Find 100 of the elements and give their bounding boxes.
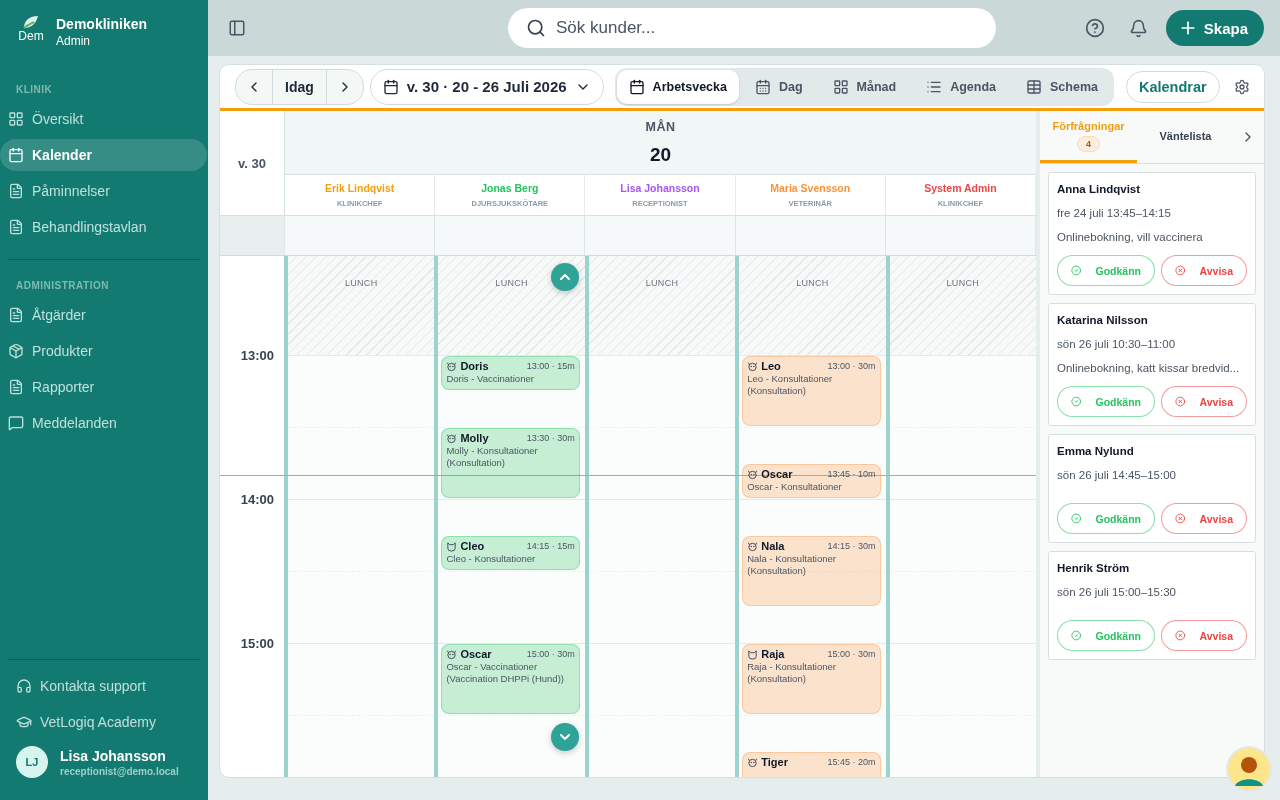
dog-face-icon [747,468,759,480]
patient-name: Oscar [761,468,794,480]
bell-icon[interactable] [1128,18,1148,38]
document-icon [8,183,24,199]
grid-icon [832,78,849,95]
appointment-description: Doris - Vaccinationer [446,373,535,385]
patient-name: Leo [761,360,782,372]
calendar-icon [8,147,24,163]
appointment-description: Cleo - Konsultationer [446,553,537,565]
dog-face-icon [747,360,759,372]
sidebar-toggle-icon[interactable] [228,19,246,37]
count-badge: 4 [1077,135,1100,152]
date-range-picker[interactable]: v. 30 · 20 - 26 Juli 2026 [369,68,604,105]
appointment-description: Nala - Konsultationer (Konsultation) [747,553,837,577]
appointment-description: Leo - Konsultationer (Konsultation) [747,373,834,397]
sidebar-item[interactable]: Översikt [0,103,207,135]
reject-button[interactable]: Avvisa [1161,255,1247,286]
request-time: fre 24 juli 13:45–14:15 [1057,207,1172,219]
dog-face-icon [747,756,759,768]
appointment-card[interactable]: Molly 13:30 · 30m Molly - Konsultationer (Konsultation) [441,428,580,498]
appointment-time: 13:30 · 30m [526,433,575,443]
user-name: Lisa Johansson [60,747,167,764]
leaf-logo-icon [22,14,40,30]
sidebar-link[interactable]: Kontakta support [0,670,208,702]
logo-alt-text: Dem [18,30,44,42]
assistant-avatar[interactable] [1226,746,1272,792]
appointment-time: 15:45 · 20m [827,757,876,767]
dog-face-icon [446,360,458,372]
request-time: sön 26 juli 14:45–15:00 [1057,469,1177,481]
requester-name: Emma Nylund [1057,445,1135,457]
appointment-time: 15:00 · 30m [827,649,876,659]
appointment-card[interactable]: Leo 13:00 · 30m Leo - Konsultationer (Konsultation) [742,356,881,426]
calendar-icon [628,78,645,95]
sidebar-item[interactable]: Åtgärder [0,299,207,331]
view-tab[interactable]: Arbetsvecka [616,69,739,104]
request-note: Onlinebokning, katt kissar bredvid... [1057,362,1241,374]
patient-name: Doris [460,360,490,372]
view-tab[interactable]: Dag [740,69,817,104]
calendar-icon [382,78,399,95]
appointment-time: 14:15 · 30m [827,541,876,551]
appointment-card[interactable]: Oscar 13:45 · 10m Oscar - Konsultationer [742,464,881,498]
sidebar-item[interactable]: Produkter [0,335,207,367]
search-icon [526,18,546,38]
appointment-time: 13:00 · 30m [827,361,876,371]
panel-tab[interactable]: Förfrågningar 4 [1040,111,1137,163]
grid-icon [8,111,24,127]
view-tab[interactable]: Schema [1012,69,1112,104]
clinic-name: Demokliniken [56,16,148,32]
view-tab[interactable]: Agenda [912,69,1011,104]
appointment-description: Raja - Konsultationer (Konsultation) [747,661,837,685]
appointment-card[interactable]: Tiger 15:45 · 20m [742,752,881,777]
help-icon[interactable] [1084,18,1105,38]
reject-button[interactable]: Avvisa [1161,386,1247,417]
appointment-card[interactable]: Cleo 14:15 · 15m Cleo - Konsultationer [441,536,580,570]
calendar-icon [754,78,771,95]
requester-name: Anna Lindqvist [1057,183,1142,195]
appointment-time: 15:00 · 30m [526,649,575,659]
appointment-time: 13:45 · 10m [827,469,876,479]
sidebar-item[interactable]: Rapporter [0,371,207,403]
sidebar-item[interactable]: Kalender [0,139,207,171]
patient-name: Raja [761,648,786,660]
lunch-label: LUNCH [495,278,528,290]
reject-button[interactable]: Avvisa [1161,503,1247,534]
sidebar-item[interactable]: Meddelanden [0,407,207,439]
sidebar-item[interactable]: Påminnelser [0,175,207,207]
appointment-card[interactable]: Nala 14:15 · 30m Nala - Konsultationer (Konsultation) [742,536,881,606]
patient-name: Nala [761,540,786,552]
settings-icon[interactable] [1234,78,1250,95]
dog-face-icon [446,432,458,444]
appointment-card[interactable]: Doris 13:00 · 15m Doris - Vaccinationer [441,356,580,390]
patient-name: Cleo [460,540,486,552]
lunch-label: LUNCH [796,278,829,290]
user-email: receptionist@demo.local [60,765,179,777]
search-bar[interactable]: Sök kunder... [508,8,996,48]
clinic-role: Admin [56,34,91,48]
appointment-description: Oscar - Konsultationer [747,481,843,493]
create-button[interactable]: Skapa [1165,10,1264,46]
reject-button[interactable]: Avvisa [1161,620,1247,651]
staff-name: Lisa Johansson [620,182,700,194]
view-tab[interactable]: Månad [818,69,911,104]
document-icon [8,219,24,235]
appointment-description: Molly - Konsultationer (Konsultation) [446,445,539,469]
cat-face-icon [747,648,759,660]
appointment-card[interactable]: Oscar 15:00 · 30m Oscar - Vaccinationer (Vaccination DHPPi (Hund)) [441,644,580,714]
lunch-label: LUNCH [946,278,980,290]
patient-name: Oscar [460,648,493,660]
hour-label: 14:00 [240,491,274,507]
appointment-card[interactable]: Raja 15:00 · 30m Raja - Konsultationer (Konsultation) [742,644,881,714]
sidebar-item[interactable]: Behandlingstavlan [0,211,207,243]
sidebar-link[interactable]: VetLogiq Academy [0,706,208,738]
user-avatar: LJ [16,746,48,778]
lunch-label: LUNCH [344,278,378,290]
appointment-time: 13:00 · 15m [526,361,575,371]
day-number: 20 [649,143,672,166]
patient-name: Tiger [761,756,789,768]
calendars-button[interactable]: Kalendrar [1126,70,1220,103]
appointment-time: 14:15 · 15m [526,541,575,551]
panel-tab[interactable]: Väntelista [1137,111,1234,163]
hour-label: 15:00 [240,635,274,651]
dog-face-icon [747,540,759,552]
